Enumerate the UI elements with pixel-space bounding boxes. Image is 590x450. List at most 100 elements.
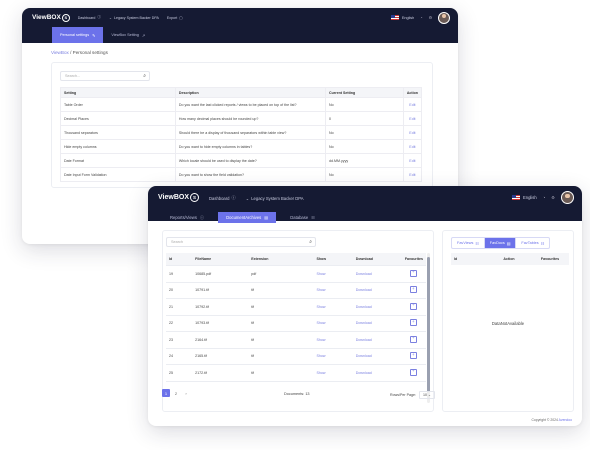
show-link[interactable]: Show [313, 348, 353, 365]
show-link[interactable]: Show [313, 364, 353, 382]
tab-personal-settings[interactable]: Personal settings ✎ [52, 27, 104, 43]
tab-fav-tables[interactable]: FavTables ☷ [516, 238, 549, 248]
viewbox-logo[interactable]: ViewBOX S [158, 193, 199, 202]
edit-link[interactable]: Edit [402, 97, 423, 112]
rows-per-page: Rows/Per Page: 10 ⌄ [390, 391, 435, 399]
settings-panel: Search... ⌕ Setting Description Current … [51, 62, 433, 188]
top-navbar: ViewBOX S Dashboard ⓘ ⌄ Legacy System Backe… [22, 8, 458, 27]
table-row: Date Input Form Validation Do you want to… [60, 167, 423, 182]
settings-table: Setting Description Current Setting Acti… [60, 87, 423, 182]
avatar[interactable] [438, 11, 450, 24]
chevron-down-icon: ⌄ [427, 393, 431, 397]
gear-icon[interactable]: ⚙ [551, 195, 555, 200]
page-1-button[interactable]: 1 [162, 389, 170, 397]
download-link[interactable]: Download [352, 282, 402, 299]
download-link[interactable]: Download [352, 315, 402, 332]
edit-icon: ✎ [92, 33, 96, 38]
avatar[interactable] [561, 191, 574, 204]
show-link[interactable]: Show [313, 315, 353, 332]
chevron-down-icon: ⌄ [245, 195, 250, 201]
tab-document-archives[interactable]: DocumentArchives ▤ [218, 212, 277, 223]
tab-reports-views[interactable]: Reports/Views ⓘ [162, 212, 212, 223]
download-link[interactable]: Download [352, 331, 402, 349]
download-link[interactable]: Download [352, 348, 402, 365]
archive-icon: ▤ [506, 241, 511, 246]
add-favourite-icon[interactable] [410, 269, 418, 277]
edit-link[interactable]: Edit [402, 111, 423, 126]
download-link[interactable]: Download [352, 265, 402, 283]
add-favourite-icon[interactable] [410, 302, 418, 310]
table-row: Hide empty columns Do you want to hide em… [60, 139, 423, 154]
search-input[interactable]: Search... ⌕ [60, 71, 150, 81]
rows-per-page-select[interactable]: 10 ⌄ [418, 391, 435, 399]
show-link[interactable]: Show [313, 331, 353, 349]
nav-dashboard[interactable]: Dashboard ⓘ [78, 15, 101, 20]
table-scrollbar[interactable] [427, 253, 430, 403]
add-favourite-icon[interactable] [410, 319, 418, 327]
table-icon: ☷ [311, 215, 315, 220]
scrollbar-thumb[interactable] [427, 257, 430, 392]
favourites-table: Id Action Favourites [451, 253, 569, 265]
document-archives-window: ViewBOX S Dashboard ⓘ ⌄ Legacy System Backe… [148, 186, 582, 426]
table-row: 23 2164.tif tif Show Download [166, 331, 426, 349]
tab-fav-docs[interactable]: FavDocs ▤ [484, 238, 517, 248]
search-input[interactable]: Search ⌕ [166, 237, 316, 247]
show-link[interactable]: Show [313, 265, 353, 283]
info-icon: ⓘ [199, 214, 205, 220]
edit-link[interactable]: Edit [402, 167, 423, 182]
show-link[interactable]: Show [313, 298, 353, 316]
table-row: Date Format Which locale should be used t… [60, 153, 423, 168]
bell-icon[interactable]: ◔ [543, 195, 546, 200]
viewbox-logo[interactable]: ViewBOX S [32, 13, 70, 22]
table-row: 22 10793.tif tif Show Download [166, 315, 426, 332]
table-row: 25 2172.tif tif Show Download [166, 364, 426, 382]
top-navbar: ViewBOX S Dashboard ⓘ ⌄ Legacy System Backe… [148, 186, 582, 223]
favourites-card: FavViews ☷ FavDocs ▤ FavTables ☷ Id Action … [442, 230, 574, 412]
info-icon: ⓘ [97, 15, 101, 19]
table-row: 21 10792.tif tif Show Download [166, 298, 426, 316]
info-icon: ⓘ [231, 195, 236, 200]
table-row: Decimal Places How many decimal places sh… [60, 111, 423, 126]
download-link[interactable]: Download [352, 364, 402, 382]
download-link[interactable]: Download [352, 298, 402, 316]
footer-brand-link[interactable]: Avendoo [559, 418, 572, 422]
nav-export[interactable]: Export ▢ [167, 16, 183, 20]
page-2-button[interactable]: 2 [172, 389, 180, 397]
add-favourite-icon[interactable] [410, 335, 418, 343]
square-icon: ▢ [179, 15, 183, 20]
breadcrumb-current: Personal settings [72, 50, 108, 55]
table-icon: ☷ [540, 241, 545, 246]
nav-dashboard[interactable]: Dashboard ⓘ [209, 195, 236, 201]
nav-legacy-system[interactable]: ⌄ Legacy System Backer DPA [246, 196, 304, 201]
nav-legacy-system[interactable]: ⌄ Legacy System Backer DPA [109, 16, 159, 20]
tab-fav-views[interactable]: FavViews ☷ [452, 238, 485, 248]
us-flag-icon[interactable] [390, 15, 399, 20]
language-label[interactable]: English [523, 195, 537, 200]
table-row: Thousand separators Should there be a dis… [60, 125, 423, 140]
chevron-down-icon: ⌄ [108, 15, 112, 20]
edit-link[interactable]: Edit [402, 153, 423, 168]
next-page-button[interactable]: › [182, 389, 190, 397]
tab-viewbox-setting[interactable]: ViewBox Setting ↗ [103, 27, 153, 43]
tab-database[interactable]: Database ☷ [282, 212, 323, 223]
gear-icon[interactable]: ⚙ [429, 15, 432, 20]
documents-table: Id FileName Extension Show Download Favo… [166, 253, 426, 382]
documents-count: Documents: 13 [284, 392, 310, 396]
us-flag-icon[interactable] [511, 195, 520, 200]
breadcrumb-root[interactable]: ViewBox [51, 50, 69, 55]
table-row: 19 10685.pdf pdf Show Download [166, 265, 426, 283]
edit-link[interactable]: Edit [402, 125, 423, 140]
table-icon: ☷ [475, 241, 479, 246]
bell-icon[interactable]: ◔ [420, 16, 422, 20]
no-data-message: DataNotAvailable [491, 321, 525, 326]
edit-link[interactable]: Edit [402, 139, 423, 154]
show-link[interactable]: Show [313, 282, 353, 299]
add-favourite-icon[interactable] [410, 352, 418, 360]
add-favourite-icon[interactable] [410, 368, 418, 376]
search-icon: ⌕ [309, 239, 312, 245]
archive-icon: ▤ [264, 215, 269, 220]
breadcrumb: ViewBox / Personal settings [51, 50, 108, 55]
language-label[interactable]: English [402, 16, 414, 20]
footer-copyright: Copyright © 2024 Avendoo [531, 418, 572, 422]
add-favourite-icon[interactable] [410, 286, 418, 294]
